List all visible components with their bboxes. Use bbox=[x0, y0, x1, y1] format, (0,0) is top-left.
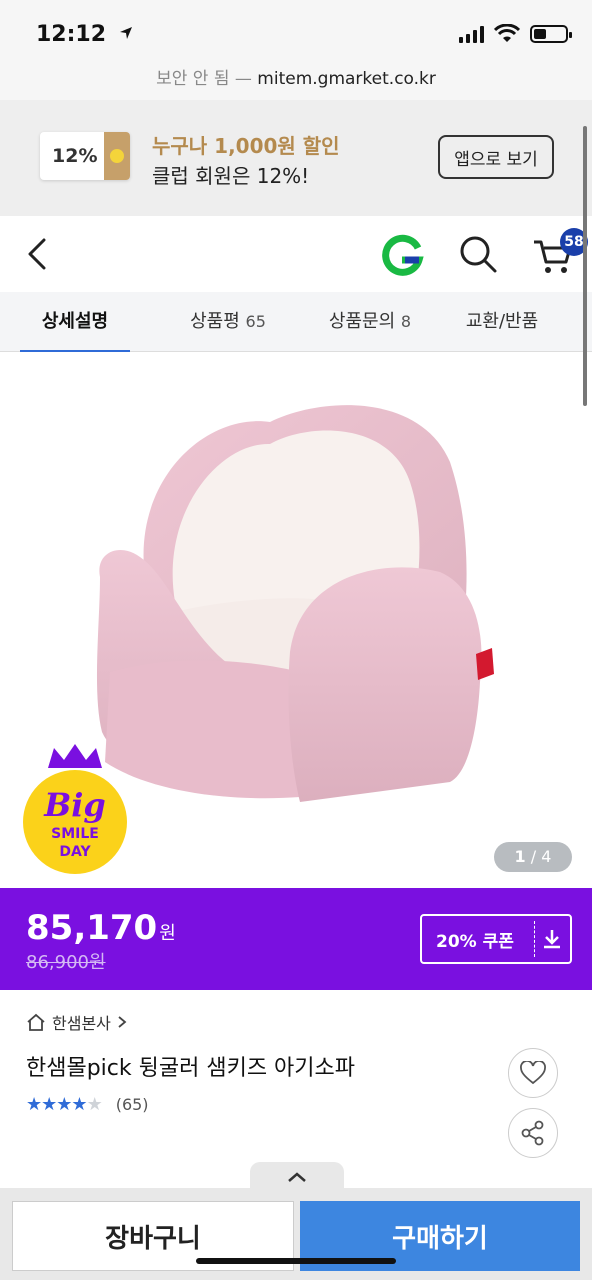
badge-smile-text: SMILE bbox=[51, 826, 99, 842]
share-button[interactable] bbox=[508, 1108, 558, 1158]
star-icon: ★ bbox=[71, 1094, 87, 1115]
star-icon: ★ bbox=[41, 1094, 57, 1115]
battery-icon bbox=[530, 25, 572, 43]
discount-badge: 12% bbox=[52, 145, 98, 167]
product-gallery[interactable]: Big SMILE DAY bbox=[0, 352, 592, 888]
location-arrow-icon bbox=[119, 27, 132, 39]
chevron-up-icon bbox=[288, 1172, 306, 1182]
star-icon: ★ bbox=[56, 1094, 72, 1115]
coupon-label: 20% 쿠폰 bbox=[436, 931, 514, 952]
tab-label: 교환/반품 bbox=[465, 311, 539, 332]
download-icon bbox=[535, 924, 570, 954]
url-text: mitem.gmarket.co.kr bbox=[257, 69, 436, 89]
chevron-right-icon bbox=[118, 1016, 127, 1028]
scrollbar[interactable] bbox=[583, 126, 587, 406]
big-smile-day-badge: Big SMILE DAY bbox=[23, 744, 127, 874]
tab-questions[interactable]: 상품문의 8 bbox=[310, 292, 430, 352]
tab-count: 65 bbox=[245, 312, 266, 331]
price-unit: 원 bbox=[159, 923, 176, 944]
expand-options-tab[interactable] bbox=[250, 1162, 344, 1192]
original-price: 86,900원 bbox=[26, 952, 106, 973]
heart-icon bbox=[520, 1061, 546, 1085]
home-icon bbox=[27, 1013, 45, 1031]
detail-tabs: 상세설명 상품평 65 상품문의 8 교환/반품 bbox=[0, 292, 592, 353]
gmarket-logo-icon[interactable] bbox=[380, 234, 424, 278]
discount-card: 12% bbox=[40, 132, 130, 180]
tab-label: 상품문의 bbox=[328, 311, 396, 332]
back-arrow-icon[interactable] bbox=[24, 234, 52, 274]
star-empty-icon: ★ bbox=[86, 1094, 103, 1115]
tab-description[interactable]: 상세설명 bbox=[20, 292, 130, 353]
rating-stars: ★★★★★ bbox=[26, 1094, 103, 1115]
clock-time: 12:12 bbox=[36, 22, 107, 47]
tab-exchange-return[interactable]: 교환/반품 bbox=[452, 292, 552, 352]
review-count: (65) bbox=[115, 1095, 149, 1114]
product-rating[interactable]: ★★★★★ (65) bbox=[26, 1094, 149, 1115]
tab-reviews[interactable]: 상품평 65 bbox=[168, 292, 288, 352]
gallery-pager: 1 / 4 bbox=[494, 842, 572, 872]
sale-price-value: 85,170 bbox=[26, 908, 158, 948]
system-icons bbox=[459, 24, 572, 44]
site-header: 58 bbox=[0, 216, 592, 292]
wishlist-button[interactable] bbox=[508, 1048, 558, 1098]
sale-price: 85,170 원 bbox=[26, 908, 176, 948]
insecure-label: 보안 안 됨 — bbox=[156, 69, 258, 89]
coin-icon bbox=[104, 132, 130, 180]
tab-label: 상세설명 bbox=[41, 311, 109, 332]
share-icon bbox=[521, 1120, 544, 1146]
coupon-download-button[interactable]: 20% 쿠폰 bbox=[420, 914, 572, 964]
price-bar: 85,170 원 86,900원 20% 쿠폰 bbox=[0, 888, 592, 990]
wifi-icon bbox=[494, 24, 520, 42]
address-bar[interactable]: 보안 안 됨 — mitem.gmarket.co.kr bbox=[0, 64, 592, 89]
tab-count: 8 bbox=[400, 312, 412, 331]
home-indicator[interactable] bbox=[196, 1258, 396, 1264]
pager-current: 1 bbox=[514, 847, 526, 866]
badge-day-text: DAY bbox=[59, 844, 91, 860]
pager-total: 4 bbox=[541, 847, 552, 866]
star-icon: ★ bbox=[26, 1094, 42, 1115]
browser-status-bar: 12:12 보안 안 됨 — mitem.gmarket.co.kr bbox=[0, 0, 592, 100]
promo-subtitle: 클럽 회원은 12%! bbox=[152, 164, 310, 188]
promo-title: 누구나 1,000원 할인 bbox=[152, 134, 340, 158]
cellular-signal-icon bbox=[459, 25, 484, 43]
seller-name: 한샘본사 bbox=[52, 1014, 111, 1033]
pager-separator: / bbox=[525, 847, 542, 866]
search-icon[interactable] bbox=[458, 234, 498, 274]
seller-link[interactable]: 한샘본사 bbox=[26, 1010, 127, 1034]
tab-label: 상품평 bbox=[190, 311, 240, 332]
clock: 12:12 bbox=[36, 22, 134, 47]
badge-big-text: Big bbox=[43, 786, 106, 824]
product-title: 한샘몰pick 뒹굴러 샘키즈 아기소파 bbox=[26, 1056, 356, 1081]
open-app-button[interactable]: 앱으로 보기 bbox=[438, 135, 554, 179]
